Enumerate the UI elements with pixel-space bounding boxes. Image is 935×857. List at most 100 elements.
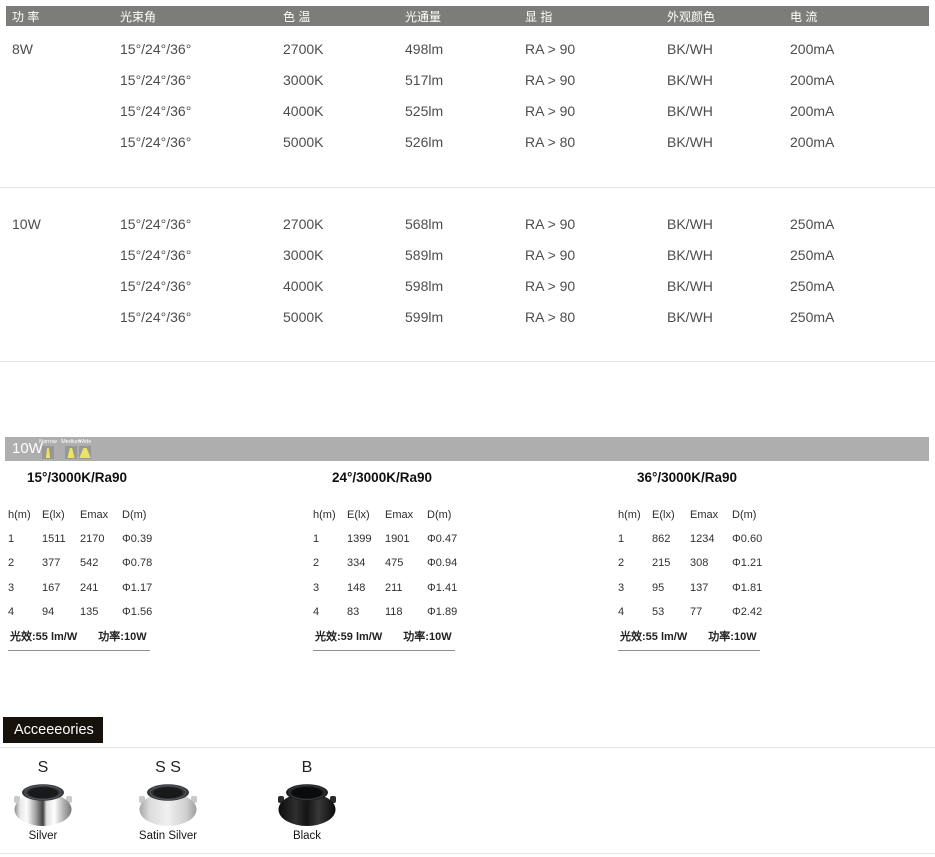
- cell-e: 94: [42, 605, 80, 619]
- photometric-table-15deg: 15°/3000K/Ra90 h(m) E(lx) Emax D(m) 1 15…: [8, 470, 160, 485]
- cell-emax: 1234: [690, 532, 732, 546]
- header-current: 电 流: [790, 8, 929, 25]
- cell-h: 1: [618, 532, 652, 546]
- cell-current: 250mA: [790, 216, 929, 232]
- cell-e: 53: [652, 605, 690, 619]
- footer-efficacy: 光效:59 lm/W: [315, 631, 382, 643]
- cell-e: 334: [347, 556, 385, 570]
- photometric-table-36deg: 36°/3000K/Ra90 h(m) E(lx) Emax D(m) 1 86…: [618, 470, 770, 485]
- section-divider: [0, 747, 935, 748]
- cell-color: BK/WH: [667, 216, 790, 232]
- col-h: h(m): [313, 508, 347, 522]
- cell-d: Φ1.89: [427, 605, 465, 619]
- table-row: 1 1399 1901 Φ0.47: [313, 532, 465, 546]
- col-e: E(lx): [652, 508, 690, 522]
- beam-label-wide: Wide: [75, 439, 95, 445]
- spec-group-10w: 10W 15°/24°/36° 2700K 568lm RA > 90 BK/W…: [6, 208, 929, 332]
- cell-cct: 2700K: [283, 216, 405, 232]
- cell-flux: 589lm: [405, 247, 525, 263]
- cell-current: 250mA: [790, 278, 929, 294]
- beam-icon-wide: Wide: [75, 439, 95, 459]
- cell-emax: 211: [385, 581, 427, 595]
- cell-h: 1: [313, 532, 347, 546]
- cell-e: 377: [42, 556, 80, 570]
- col-e: E(lx): [42, 508, 80, 522]
- cell-cct: 5000K: [283, 309, 405, 325]
- cell-beam-angle: 15°/24°/36°: [120, 309, 283, 325]
- spec-row: 15°/24°/36° 5000K 599lm RA > 80 BK/WH 25…: [12, 301, 929, 332]
- cell-h: 1: [8, 532, 42, 546]
- spec-sheet-page: 功 率 光束角 色 温 光通量 显 指 外观颜色 电 流 8W 15°/24°/…: [0, 0, 935, 857]
- table-row: 4 83 118 Φ1.89: [313, 605, 465, 619]
- table-row: 4 53 77 Φ2.42: [618, 605, 770, 619]
- col-h: h(m): [8, 508, 42, 522]
- photometric-table-24deg: 24°/3000K/Ra90 h(m) E(lx) Emax D(m) 1 13…: [313, 470, 465, 485]
- accessories-title-box: Acceeeories: [3, 717, 103, 743]
- col-d: D(m): [122, 508, 160, 522]
- spec-row: 15°/24°/36° 3000K 589lm RA > 90 BK/WH 25…: [12, 239, 929, 270]
- table-row: 1 1511 2170 Φ0.39: [8, 532, 160, 546]
- cell-d: Φ1.41: [427, 581, 465, 595]
- spec-row: 15°/24°/36° 5000K 526lm RA > 80 BK/WH 20…: [12, 126, 929, 157]
- cell-emax: 241: [80, 581, 122, 595]
- cell-cri: RA > 90: [525, 247, 667, 263]
- cell-emax: 542: [80, 556, 122, 570]
- bottom-divider: [0, 853, 935, 854]
- cell-current: 200mA: [790, 72, 929, 88]
- accessory-code: B: [269, 757, 345, 778]
- cell-h: 4: [313, 605, 347, 619]
- cell-beam-angle: 15°/24°/36°: [120, 72, 283, 88]
- table-column-headers: h(m) E(lx) Emax D(m): [8, 508, 160, 522]
- section-divider: [0, 187, 935, 188]
- header-cct: 色 温: [283, 8, 405, 25]
- beam-label-narrow: Narrow: [38, 439, 58, 445]
- col-e: E(lx): [347, 508, 385, 522]
- spec-row: 15°/24°/36° 4000K 525lm RA > 90 BK/WH 20…: [12, 95, 929, 126]
- header-flux: 光通量: [405, 8, 525, 25]
- accessory-name: Satin Silver: [130, 830, 206, 842]
- cell-d: Φ1.17: [122, 581, 160, 595]
- cell-color: BK/WH: [667, 134, 790, 150]
- spec-group-8w: 8W 15°/24°/36° 2700K 498lm RA > 90 BK/WH…: [6, 33, 929, 157]
- cell-beam-angle: 15°/24°/36°: [120, 41, 283, 57]
- table-row: 3 95 137 Φ1.81: [618, 581, 770, 595]
- cell-e: 1511: [42, 532, 80, 546]
- cell-beam-angle: 15°/24°/36°: [120, 247, 283, 263]
- accessory-name: Black: [269, 830, 345, 842]
- cell-color: BK/WH: [667, 278, 790, 294]
- cell-h: 3: [313, 581, 347, 595]
- table-row: 2 334 475 Φ0.94: [313, 556, 465, 570]
- cell-emax: 137: [690, 581, 732, 595]
- accessory-code: S S: [130, 757, 206, 778]
- table-row: 2 377 542 Φ0.78: [8, 556, 160, 570]
- accessories-title: Acceeeories: [14, 722, 94, 738]
- table-footer: 光效:55 lm/W 功率:10W: [618, 628, 760, 651]
- table-column-headers: h(m) E(lx) Emax D(m): [618, 508, 770, 522]
- cell-cct: 3000K: [283, 247, 405, 263]
- cell-color: BK/WH: [667, 247, 790, 263]
- col-emax: Emax: [385, 508, 427, 522]
- cell-current: 250mA: [790, 309, 929, 325]
- cell-h: 4: [8, 605, 42, 619]
- cell-emax: 1901: [385, 532, 427, 546]
- cell-flux: 498lm: [405, 41, 525, 57]
- cell-h: 3: [8, 581, 42, 595]
- cell-d: Φ0.94: [427, 556, 465, 570]
- table-column-headers: h(m) E(lx) Emax D(m): [313, 508, 465, 522]
- cell-e: 1399: [347, 532, 385, 546]
- cell-e: 862: [652, 532, 690, 546]
- cell-d: Φ1.81: [732, 581, 770, 595]
- cell-d: Φ2.42: [732, 605, 770, 619]
- col-d: D(m): [732, 508, 770, 522]
- cell-flux: 525lm: [405, 103, 525, 119]
- cell-color: BK/WH: [667, 41, 790, 57]
- cell-cri: RA > 90: [525, 278, 667, 294]
- cell-h: 2: [8, 556, 42, 570]
- cell-emax: 135: [80, 605, 122, 619]
- cell-cri: RA > 90: [525, 103, 667, 119]
- cell-emax: 475: [385, 556, 427, 570]
- cell-h: 3: [618, 581, 652, 595]
- spec-row: 8W 15°/24°/36° 2700K 498lm RA > 90 BK/WH…: [12, 33, 929, 64]
- section-divider: [0, 361, 935, 362]
- cell-cct: 3000K: [283, 72, 405, 88]
